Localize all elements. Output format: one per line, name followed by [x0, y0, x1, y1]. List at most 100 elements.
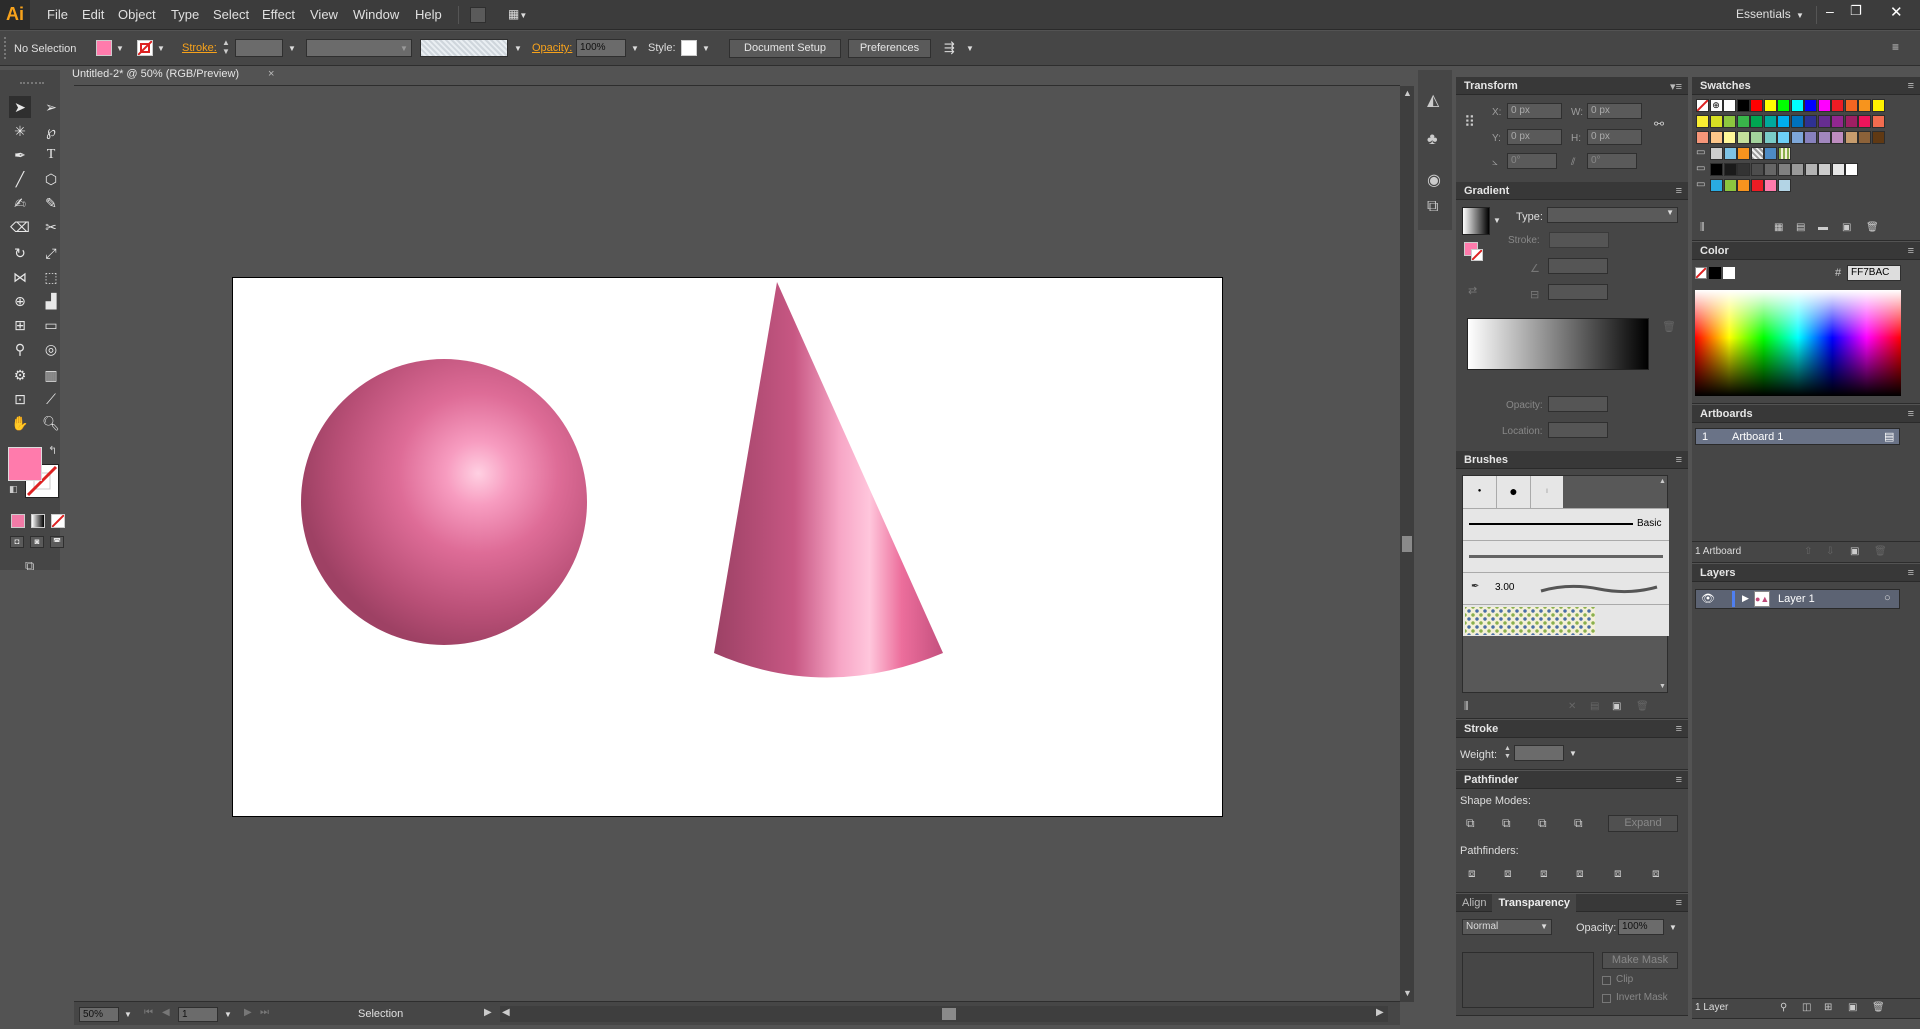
- brush-scroll-down-icon[interactable]: ▼: [1659, 683, 1666, 690]
- aspect-ratio-field[interactable]: [1548, 284, 1608, 300]
- draw-behind-icon[interactable]: ◙: [30, 536, 44, 548]
- swatch-chip[interactable]: [1858, 115, 1871, 128]
- panel-menu-icon[interactable]: ≡: [1908, 245, 1914, 257]
- swatch-chip[interactable]: [1750, 99, 1763, 112]
- expand-layer-icon[interactable]: ▶: [1742, 593, 1749, 604]
- brush-charcoal[interactable]: [1463, 540, 1669, 572]
- panel-menu-icon[interactable]: ≡: [1676, 774, 1682, 786]
- gradient-thumbnail[interactable]: [1462, 207, 1490, 235]
- swatch-chip[interactable]: [1723, 115, 1736, 128]
- free-transform-tool-icon[interactable]: ⬚: [40, 266, 62, 288]
- swatch-chip[interactable]: [1804, 99, 1817, 112]
- make-clipping-mask-icon[interactable]: ◫: [1802, 1002, 1811, 1013]
- reverse-gradient-icon[interactable]: ⇄: [1468, 284, 1477, 297]
- color-group-folder-icon[interactable]: ▭: [1696, 163, 1705, 174]
- y-field[interactable]: 0 px: [1507, 129, 1562, 145]
- menu-view[interactable]: View: [310, 7, 338, 22]
- document-setup-button[interactable]: Document Setup: [729, 39, 841, 58]
- merge-icon[interactable]: ⧈: [1540, 866, 1548, 881]
- swatch-chip[interactable]: [1777, 115, 1790, 128]
- zoom-dropdown-icon[interactable]: ▼: [124, 1010, 132, 1019]
- type-tool-icon[interactable]: T: [40, 144, 62, 166]
- swatch-chip[interactable]: [1817, 99, 1831, 112]
- appearance-icon[interactable]: ◉: [1427, 170, 1441, 190]
- move-artboard-up-icon[interactable]: ⇧: [1804, 546, 1812, 557]
- panel-menu-icon[interactable]: ≡: [1676, 454, 1682, 466]
- hscroll-thumb[interactable]: [942, 1008, 956, 1020]
- swatch-chip[interactable]: [1764, 179, 1777, 192]
- brush-pattern[interactable]: [1463, 604, 1669, 636]
- brush-basic[interactable]: Basic: [1463, 508, 1669, 540]
- swatch-chip[interactable]: [1790, 115, 1804, 128]
- color-spectrum[interactable]: [1695, 290, 1901, 396]
- swatch-chip[interactable]: [1791, 163, 1804, 176]
- document-tab[interactable]: Untitled-2* @ 50% (RGB/Preview) ×: [72, 68, 282, 85]
- swatch-chip[interactable]: [1831, 99, 1844, 112]
- pathfinder-header[interactable]: Pathfinder ≡: [1456, 771, 1688, 789]
- move-artboard-down-icon[interactable]: ⇩: [1826, 546, 1834, 557]
- weight-field[interactable]: [1514, 745, 1564, 761]
- swatch-chip[interactable]: [1817, 115, 1831, 128]
- direct-selection-tool-icon[interactable]: ➢: [40, 96, 62, 118]
- delete-artboard-icon[interactable]: 🗑︎: [1874, 546, 1887, 557]
- paintbrush-tool-icon[interactable]: ✍: [9, 192, 31, 214]
- swatch-chip[interactable]: [1804, 115, 1817, 128]
- close-document-icon[interactable]: ×: [268, 68, 274, 80]
- swatch-chip[interactable]: [1696, 99, 1709, 112]
- scale-tool-icon[interactable]: ⤢: [40, 242, 62, 264]
- locate-object-icon[interactable]: ⚲: [1780, 1002, 1787, 1013]
- swatch-chip[interactable]: [1764, 163, 1777, 176]
- gradient-mode-icon[interactable]: [31, 514, 45, 528]
- swatch-chip[interactable]: [1736, 131, 1750, 144]
- first-artboard-icon[interactable]: ⏮: [144, 1007, 153, 1018]
- swatch-chip[interactable]: [1844, 115, 1858, 128]
- rotate-tool-icon[interactable]: ↻: [9, 242, 31, 264]
- new-swatch-icon[interactable]: ▣: [1842, 222, 1851, 233]
- menu-object[interactable]: Object: [118, 7, 156, 22]
- weight-dropdown-icon[interactable]: ▼: [1569, 749, 1577, 758]
- arrange-dropdown-icon[interactable]: ▼: [966, 44, 974, 53]
- scroll-down-icon[interactable]: ▼: [1403, 988, 1412, 998]
- swatch-chip[interactable]: [1844, 99, 1858, 112]
- expand-button[interactable]: Expand: [1608, 815, 1678, 832]
- opacity-label[interactable]: Opacity:: [532, 42, 572, 54]
- shape-builder-tool-icon[interactable]: ⊕: [9, 290, 31, 312]
- remove-brush-stroke-icon[interactable]: ✕: [1568, 701, 1576, 712]
- swatch-chip[interactable]: [1777, 179, 1791, 192]
- blend-mode-select[interactable]: Normal ▼: [1462, 919, 1552, 935]
- vertical-scrollbar[interactable]: ▲ ▼: [1400, 86, 1414, 1002]
- swatch-chip[interactable]: [1709, 131, 1723, 144]
- arrange-icon[interactable]: ⇶: [944, 40, 955, 56]
- swatch-chip[interactable]: [1777, 99, 1790, 112]
- none-mode-icon[interactable]: [51, 514, 65, 528]
- gradient-location-field[interactable]: [1548, 422, 1608, 438]
- intersect-icon[interactable]: ⧉: [1538, 816, 1547, 831]
- variable-width-profile[interactable]: [306, 39, 412, 57]
- brush-scroll-up-icon[interactable]: ▲: [1659, 478, 1666, 485]
- constrain-proportions-icon[interactable]: ⚯: [1654, 117, 1664, 131]
- panel-menu-icon[interactable]: ≡: [1908, 567, 1914, 579]
- artboard[interactable]: [232, 277, 1223, 817]
- gradient-opacity-field[interactable]: [1548, 396, 1608, 412]
- visibility-eye-icon[interactable]: 👁︎: [1701, 592, 1715, 605]
- swatches-header[interactable]: Swatches ≡: [1692, 77, 1920, 95]
- artboards-header[interactable]: Artboards ≡: [1692, 405, 1920, 423]
- swap-fill-stroke-icon[interactable]: ↰: [48, 444, 57, 457]
- brush-dropdown-icon[interactable]: ▼: [514, 44, 522, 53]
- menu-window[interactable]: Window: [353, 7, 399, 22]
- swatch-chip[interactable]: [1858, 99, 1871, 112]
- gradient-stroke-chip[interactable]: [1471, 249, 1483, 261]
- panel-menu-icon[interactable]: ≡: [1908, 80, 1914, 92]
- stroke-gradient-buttons[interactable]: [1549, 232, 1609, 248]
- white-color-chip[interactable]: [1723, 267, 1735, 279]
- arrange-documents-icon[interactable]: ▦▼: [508, 7, 538, 23]
- minus-back-icon[interactable]: ⧈: [1652, 866, 1660, 881]
- hand-tool-icon[interactable]: ✋: [9, 412, 31, 434]
- swatch-chip[interactable]: [1710, 179, 1723, 192]
- swatch-chip[interactable]: [1763, 115, 1777, 128]
- swatch-chip[interactable]: [1750, 147, 1764, 160]
- symbol-sprayer-tool-icon[interactable]: ⚙: [9, 364, 31, 386]
- transform-header[interactable]: Transform ▾≡: [1456, 77, 1688, 95]
- swatch-libraries-icon[interactable]: ⫼: [1700, 222, 1705, 233]
- graphic-styles-icon[interactable]: ⧉: [1427, 198, 1438, 216]
